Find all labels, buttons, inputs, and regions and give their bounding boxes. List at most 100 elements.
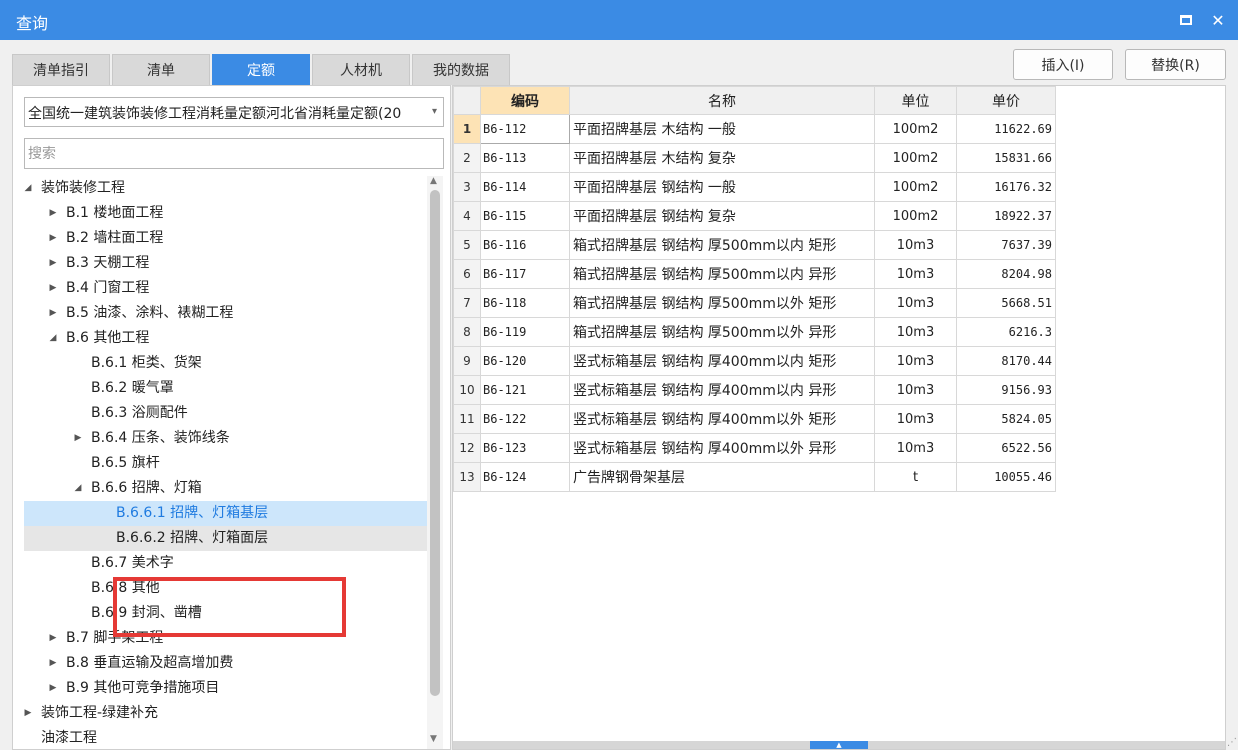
cell-price[interactable]: 11622.69 <box>956 114 1056 144</box>
tree-node[interactable]: B.6.9 封洞、凿槽 <box>24 601 427 626</box>
cell-unit[interactable]: 100m2 <box>874 114 957 144</box>
cell-name[interactable]: 箱式招牌基层 钢结构 厚500mm以内 异形 <box>569 259 875 289</box>
cell-name[interactable]: 平面招牌基层 钢结构 一般 <box>569 172 875 202</box>
row-number[interactable]: 9 <box>453 346 481 376</box>
expand-arrow-icon[interactable]: ▶ <box>47 276 59 301</box>
column-header-unit[interactable]: 单位 <box>874 86 957 115</box>
row-number[interactable]: 7 <box>453 288 481 318</box>
cell-code[interactable]: B6-115 <box>480 201 570 231</box>
cell-name[interactable]: 竖式标箱基层 钢结构 厚400mm以内 矩形 <box>569 346 875 376</box>
column-header-price[interactable]: 单价 <box>956 86 1056 115</box>
scroll-down-icon[interactable]: ▼ <box>430 734 437 744</box>
cell-code[interactable]: B6-117 <box>480 259 570 289</box>
row-number[interactable]: 10 <box>453 375 481 405</box>
cell-price[interactable]: 15831.66 <box>956 143 1056 173</box>
maximize-icon[interactable] <box>1174 8 1198 32</box>
cell-name[interactable]: 竖式标箱基层 钢结构 厚400mm以外 矩形 <box>569 404 875 434</box>
expand-arrow-icon[interactable]: ▶ <box>72 426 84 451</box>
row-number[interactable]: 11 <box>453 404 481 434</box>
expand-arrow-icon[interactable]: ▶ <box>47 201 59 226</box>
quota-library-select[interactable]: 全国统一建筑装饰装修工程消耗量定额河北省消耗量定额(20 ▾ <box>24 97 444 127</box>
cell-unit[interactable]: 100m2 <box>874 172 957 202</box>
cell-name[interactable]: 竖式标箱基层 钢结构 厚400mm以外 异形 <box>569 433 875 463</box>
cell-unit[interactable]: 10m3 <box>874 288 957 318</box>
expand-arrow-icon[interactable]: ▶ <box>47 676 59 701</box>
cell-code[interactable]: B6-124 <box>480 462 570 492</box>
cell-unit[interactable]: 10m3 <box>874 259 957 289</box>
tree-node[interactable]: B.6.1 柜类、货架 <box>24 351 427 376</box>
cell-name[interactable]: 箱式招牌基层 钢结构 厚500mm以内 矩形 <box>569 230 875 260</box>
row-number[interactable]: 5 <box>453 230 481 260</box>
expand-arrow-icon[interactable]: ▶ <box>47 651 59 676</box>
cell-unit[interactable]: t <box>874 462 957 492</box>
tab-my-data[interactable]: 我的数据 <box>412 54 510 85</box>
insert-button[interactable]: 插入(I) <box>1013 49 1113 80</box>
cell-price[interactable]: 7637.39 <box>956 230 1056 260</box>
tree-node[interactable]: 油漆工程 <box>24 726 427 749</box>
cell-name[interactable]: 平面招牌基层 木结构 复杂 <box>569 143 875 173</box>
cell-code[interactable]: B6-119 <box>480 317 570 347</box>
tree-node[interactable]: ▶ B.2 墙柱面工程 <box>24 226 427 251</box>
table-row[interactable]: 10 B6-121 竖式标箱基层 钢结构 厚400mm以内 异形 10m3 9156.9… <box>453 375 1056 405</box>
row-number[interactable]: 13 <box>453 462 481 492</box>
tree-node[interactable]: ▶ B.5 油漆、涂料、裱糊工程 <box>24 301 427 326</box>
cell-price[interactable]: 5668.51 <box>956 288 1056 318</box>
tree-node[interactable]: ◢ B.6 其他工程 <box>24 326 427 351</box>
row-number[interactable]: 1 <box>453 114 481 144</box>
cell-name[interactable]: 箱式招牌基层 钢结构 厚500mm以外 矩形 <box>569 288 875 318</box>
table-row[interactable]: 11 B6-122 竖式标箱基层 钢结构 厚400mm以外 矩形 10m3 5824.0… <box>453 404 1056 434</box>
row-number[interactable]: 12 <box>453 433 481 463</box>
column-header-code[interactable]: 编码 <box>480 86 570 115</box>
cell-unit[interactable]: 10m3 <box>874 317 957 347</box>
cell-code[interactable]: B6-113 <box>480 143 570 173</box>
tree-node[interactable]: ▶ B.1 楼地面工程 <box>24 201 427 226</box>
cell-price[interactable]: 8170.44 <box>956 346 1056 376</box>
tree-node[interactable]: ▶ B.3 天棚工程 <box>24 251 427 276</box>
table-row[interactable]: 2 B6-113 平面招牌基层 木结构 复杂 100m2 15831.66 <box>453 143 1056 173</box>
resize-grip-icon[interactable]: ⋰ <box>1227 737 1237 748</box>
cell-code[interactable]: B6-112 <box>480 114 570 144</box>
close-icon[interactable]: ✕ <box>1206 8 1230 32</box>
cell-price[interactable]: 9156.93 <box>956 375 1056 405</box>
tree-node[interactable]: B.6.8 其他 <box>24 576 427 601</box>
table-row[interactable]: 8 B6-119 箱式招牌基层 钢结构 厚500mm以外 异形 10m3 6216.3 <box>453 317 1056 347</box>
cell-code[interactable]: B6-122 <box>480 404 570 434</box>
table-row[interactable]: 13 B6-124 广告牌钢骨架基层 t 10055.46 <box>453 462 1056 492</box>
expand-arrow-icon[interactable]: ▶ <box>47 251 59 276</box>
cell-code[interactable]: B6-123 <box>480 433 570 463</box>
cell-price[interactable]: 18922.37 <box>956 201 1056 231</box>
cell-name[interactable]: 箱式招牌基层 钢结构 厚500mm以外 异形 <box>569 317 875 347</box>
row-number[interactable]: 4 <box>453 201 481 231</box>
tree-node[interactable]: B.6.6.1 招牌、灯箱基层 <box>24 501 427 526</box>
cell-price[interactable]: 16176.32 <box>956 172 1056 202</box>
row-number[interactable]: 6 <box>453 259 481 289</box>
tab-bill-guide[interactable]: 清单指引 <box>12 54 110 85</box>
table-row[interactable]: 6 B6-117 箱式招牌基层 钢结构 厚500mm以内 异形 10m3 8204.98 <box>453 259 1056 289</box>
table-row[interactable]: 3 B6-114 平面招牌基层 钢结构 一般 100m2 16176.32 <box>453 172 1056 202</box>
cell-unit[interactable]: 10m3 <box>874 433 957 463</box>
tree-node[interactable]: B.6.7 美术字 <box>24 551 427 576</box>
tree-node[interactable]: B.6.3 浴厕配件 <box>24 401 427 426</box>
expand-arrow-icon[interactable]: ▶ <box>24 701 34 726</box>
table-row[interactable]: 1 B6-112 平面招牌基层 木结构 一般 100m2 11622.69 <box>453 114 1056 144</box>
table-row[interactable]: 7 B6-118 箱式招牌基层 钢结构 厚500mm以外 矩形 10m3 5668.51 <box>453 288 1056 318</box>
row-number[interactable]: 8 <box>453 317 481 347</box>
cell-price[interactable]: 5824.05 <box>956 404 1056 434</box>
cell-name[interactable]: 平面招牌基层 钢结构 复杂 <box>569 201 875 231</box>
tree-node[interactable]: ▶ B.9 其他可竞争措施项目 <box>24 676 427 701</box>
table-row[interactable]: 4 B6-115 平面招牌基层 钢结构 复杂 100m2 18922.37 <box>453 201 1056 231</box>
tree-node[interactable]: B.6.5 旗杆 <box>24 451 427 476</box>
collapse-arrow-icon[interactable]: ◢ <box>47 326 59 351</box>
cell-name[interactable]: 平面招牌基层 木结构 一般 <box>569 114 875 144</box>
cell-code[interactable]: B6-120 <box>480 346 570 376</box>
cell-name[interactable]: 广告牌钢骨架基层 <box>569 462 875 492</box>
cell-code[interactable]: B6-118 <box>480 288 570 318</box>
tree-node[interactable]: ▶ B.4 门窗工程 <box>24 276 427 301</box>
table-row[interactable]: 12 B6-123 竖式标箱基层 钢结构 厚400mm以外 异形 10m3 6522.5… <box>453 433 1056 463</box>
tree-scrollbar[interactable]: ▲ ▼ <box>427 176 443 749</box>
tab-bill[interactable]: 清单 <box>112 54 210 85</box>
tree-node[interactable]: ▶ 装饰工程-绿建补充 <box>24 701 427 726</box>
cell-price[interactable]: 10055.46 <box>956 462 1056 492</box>
tree-node[interactable]: ▶ B.7 脚手架工程 <box>24 626 427 651</box>
cell-unit[interactable]: 10m3 <box>874 230 957 260</box>
